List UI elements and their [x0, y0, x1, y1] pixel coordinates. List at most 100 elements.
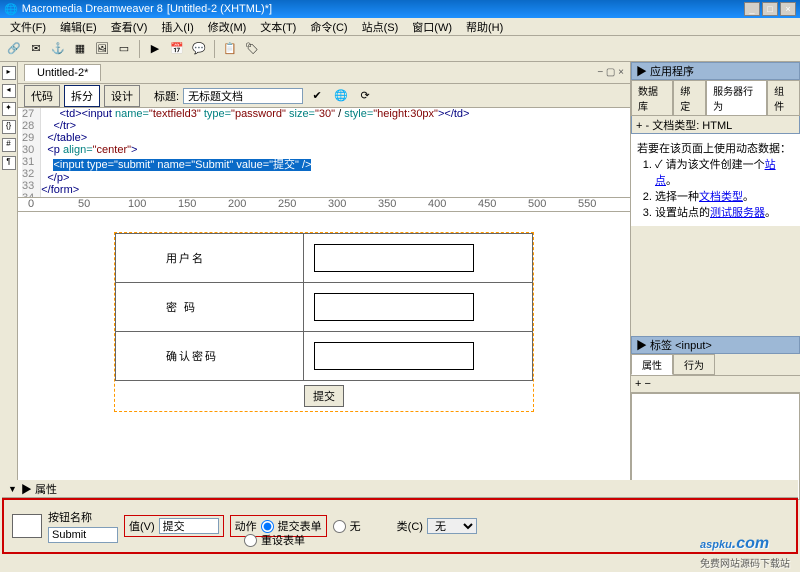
insert-toolbar: 🔗 ✉ ⚓ ▦ 🖼 ▭ ▶ 📅 💬 📋 🏷 — [0, 36, 800, 62]
view-design-button[interactable]: 设计 — [104, 85, 140, 107]
tool-image-icon[interactable]: 🖼 — [92, 39, 112, 59]
link-testserver[interactable]: 测试服务器 — [710, 207, 765, 219]
app-icon: 🌐 — [4, 3, 18, 16]
element-thumbnail — [12, 514, 42, 538]
properties-panel-header[interactable]: ▼▶ 属性 — [2, 480, 798, 498]
menu-help[interactable]: 帮助(H) — [460, 19, 509, 35]
doc-title: [Untitled-2 (XHTML)*] — [167, 3, 272, 15]
password-input[interactable] — [314, 293, 474, 321]
gutter-btn[interactable]: {} — [2, 120, 16, 134]
gutter-btn[interactable]: ¶ — [2, 156, 16, 170]
menu-insert[interactable]: 插入(I) — [155, 19, 199, 35]
tab-server-behaviors[interactable]: 服务器行为 — [706, 80, 767, 115]
tool-table-icon[interactable]: ▦ — [70, 39, 90, 59]
refresh-icon[interactable]: ⟳ — [355, 86, 375, 106]
gutter-btn[interactable]: # — [2, 138, 16, 152]
menu-view[interactable]: 查看(V) — [105, 19, 154, 35]
table-row: 用户名 — [116, 234, 533, 283]
app-panel-body: 若要在该页面上使用动态数据： ✓ 请为该文件创建一个站点。 选择一种文档类型。 … — [631, 134, 800, 226]
tab-behaviors[interactable]: 行为 — [673, 354, 715, 375]
gutter-btn[interactable]: ◂ — [2, 84, 16, 98]
gutter-btn[interactable]: ✦ — [2, 102, 16, 116]
properties-inspector: 按钮名称 值(V) 动作 提交表单 无 重设表单 类(C) 无 — [2, 498, 798, 554]
class-label: 类(C) — [397, 518, 423, 534]
design-view[interactable]: 用户名 密 码 确认密码 提交 — [18, 212, 630, 482]
menu-commands[interactable]: 命令(C) — [304, 19, 353, 35]
table-row: 确认密码 — [116, 332, 533, 381]
class-select[interactable]: 无 — [427, 518, 477, 534]
tool-email-icon[interactable]: ✉ — [26, 39, 46, 59]
menu-file[interactable]: 文件(F) — [4, 19, 52, 35]
remove-attr-icon[interactable]: − — [645, 378, 651, 390]
doc-window-controls[interactable]: − ▢ × — [597, 67, 624, 78]
action-none-radio[interactable] — [333, 520, 346, 533]
minimize-button[interactable]: _ — [744, 2, 760, 16]
step-1: ✓ 请为该文件创建一个站点。 — [655, 156, 794, 188]
page-title-input[interactable] — [183, 88, 303, 104]
code-view[interactable]: 272829303132333435 <td><input name="text… — [18, 108, 630, 198]
horizontal-ruler: 050100150200250300350400450500550 — [18, 198, 630, 212]
line-numbers: 272829303132333435 — [22, 108, 41, 197]
tool-templates-icon[interactable]: 📋 — [220, 39, 240, 59]
tag-panel-tabs: 属性 行为 — [631, 354, 800, 376]
close-button[interactable]: × — [780, 2, 796, 16]
gutter-btn[interactable]: ▸ — [2, 66, 16, 80]
add-attr-icon[interactable]: + — [635, 378, 641, 390]
step-3: 设置站点的测试服务器。 — [655, 204, 794, 220]
tool-media-icon[interactable]: ▶ — [145, 39, 165, 59]
confirm-input[interactable] — [314, 342, 474, 370]
action-reset-radio[interactable] — [244, 534, 257, 547]
tool-div-icon[interactable]: ▭ — [114, 39, 134, 59]
tab-attributes[interactable]: 属性 — [631, 354, 673, 375]
step-2: 选择一种文档类型。 — [655, 188, 794, 204]
menu-modify[interactable]: 修改(M) — [202, 19, 253, 35]
menu-site[interactable]: 站点(S) — [356, 19, 405, 35]
app-title: Macromedia Dreamweaver 8 — [22, 3, 163, 15]
app-panel-header[interactable]: ▶ 应用程序 — [631, 62, 800, 80]
watermark: aspku.com 免费网站源码下载站 — [700, 524, 790, 570]
tab-bindings[interactable]: 绑定 — [673, 80, 706, 115]
btn-name-input[interactable] — [48, 527, 118, 543]
validate-icon[interactable]: ✔ — [307, 86, 327, 106]
value-input[interactable] — [159, 518, 219, 534]
username-input[interactable] — [314, 244, 474, 272]
tool-hyperlink-icon[interactable]: 🔗 — [4, 39, 24, 59]
action-reset-label: 重设表单 — [261, 532, 305, 548]
tag-panel-header[interactable]: ▶ 标签 <input> — [631, 336, 800, 354]
tag-panel-tools: + − — [631, 376, 800, 393]
window-titlebar: 🌐 Macromedia Dreamweaver 8 [Untitled-2 (… — [0, 0, 800, 18]
menubar: 文件(F) 编辑(E) 查看(V) 插入(I) 修改(M) 文本(T) 命令(C… — [0, 18, 800, 36]
document-tab[interactable]: Untitled-2* — [24, 64, 101, 81]
app-panel-tabs: 数据库 绑定 服务器行为 组件 — [631, 80, 800, 116]
menu-edit[interactable]: 编辑(E) — [54, 19, 103, 35]
view-split-button[interactable]: 拆分 — [64, 85, 100, 107]
tab-components[interactable]: 组件 — [767, 80, 800, 115]
label-username: 用户名 — [116, 234, 304, 283]
value-label: 值(V) — [129, 518, 155, 534]
view-toolbar: 代码 拆分 设计 标题: ✔ 🌐 ⟳ — [18, 84, 630, 108]
code-gutter-tools: ▸ ◂ ✦ {} # ¶ — [0, 62, 18, 500]
tool-comment-icon[interactable]: 💬 — [189, 39, 209, 59]
tab-database[interactable]: 数据库 — [631, 80, 673, 115]
form-outline[interactable]: 用户名 密 码 确认密码 提交 — [114, 232, 534, 412]
tool-anchor-icon[interactable]: ⚓ — [48, 39, 68, 59]
submit-button[interactable]: 提交 — [304, 385, 344, 407]
menu-window[interactable]: 窗口(W) — [406, 19, 458, 35]
label-confirm: 确认密码 — [116, 332, 304, 381]
form-table: 用户名 密 码 确认密码 — [115, 233, 533, 381]
maximize-button[interactable]: □ — [762, 2, 778, 16]
title-label: 标题: — [154, 88, 179, 104]
tool-date-icon[interactable]: 📅 — [167, 39, 187, 59]
document-tabbar: Untitled-2* − ▢ × — [18, 62, 630, 84]
right-panel-group: ▶ 应用程序 数据库 绑定 服务器行为 组件 + - 文档类型: HTML 若要… — [630, 62, 800, 500]
table-row: 密 码 — [116, 283, 533, 332]
view-code-button[interactable]: 代码 — [24, 85, 60, 107]
action-submit-radio[interactable] — [261, 520, 274, 533]
browser-preview-icon[interactable]: 🌐 — [331, 86, 351, 106]
doctype-row[interactable]: + - 文档类型: HTML — [631, 116, 800, 134]
link-doctype[interactable]: 文档类型 — [699, 191, 743, 203]
menu-text[interactable]: 文本(T) — [254, 19, 302, 35]
tool-tag-icon[interactable]: 🏷 — [242, 39, 262, 59]
label-password: 密 码 — [116, 283, 304, 332]
code-content[interactable]: <td><input name="textfield3" type="passw… — [41, 108, 626, 197]
